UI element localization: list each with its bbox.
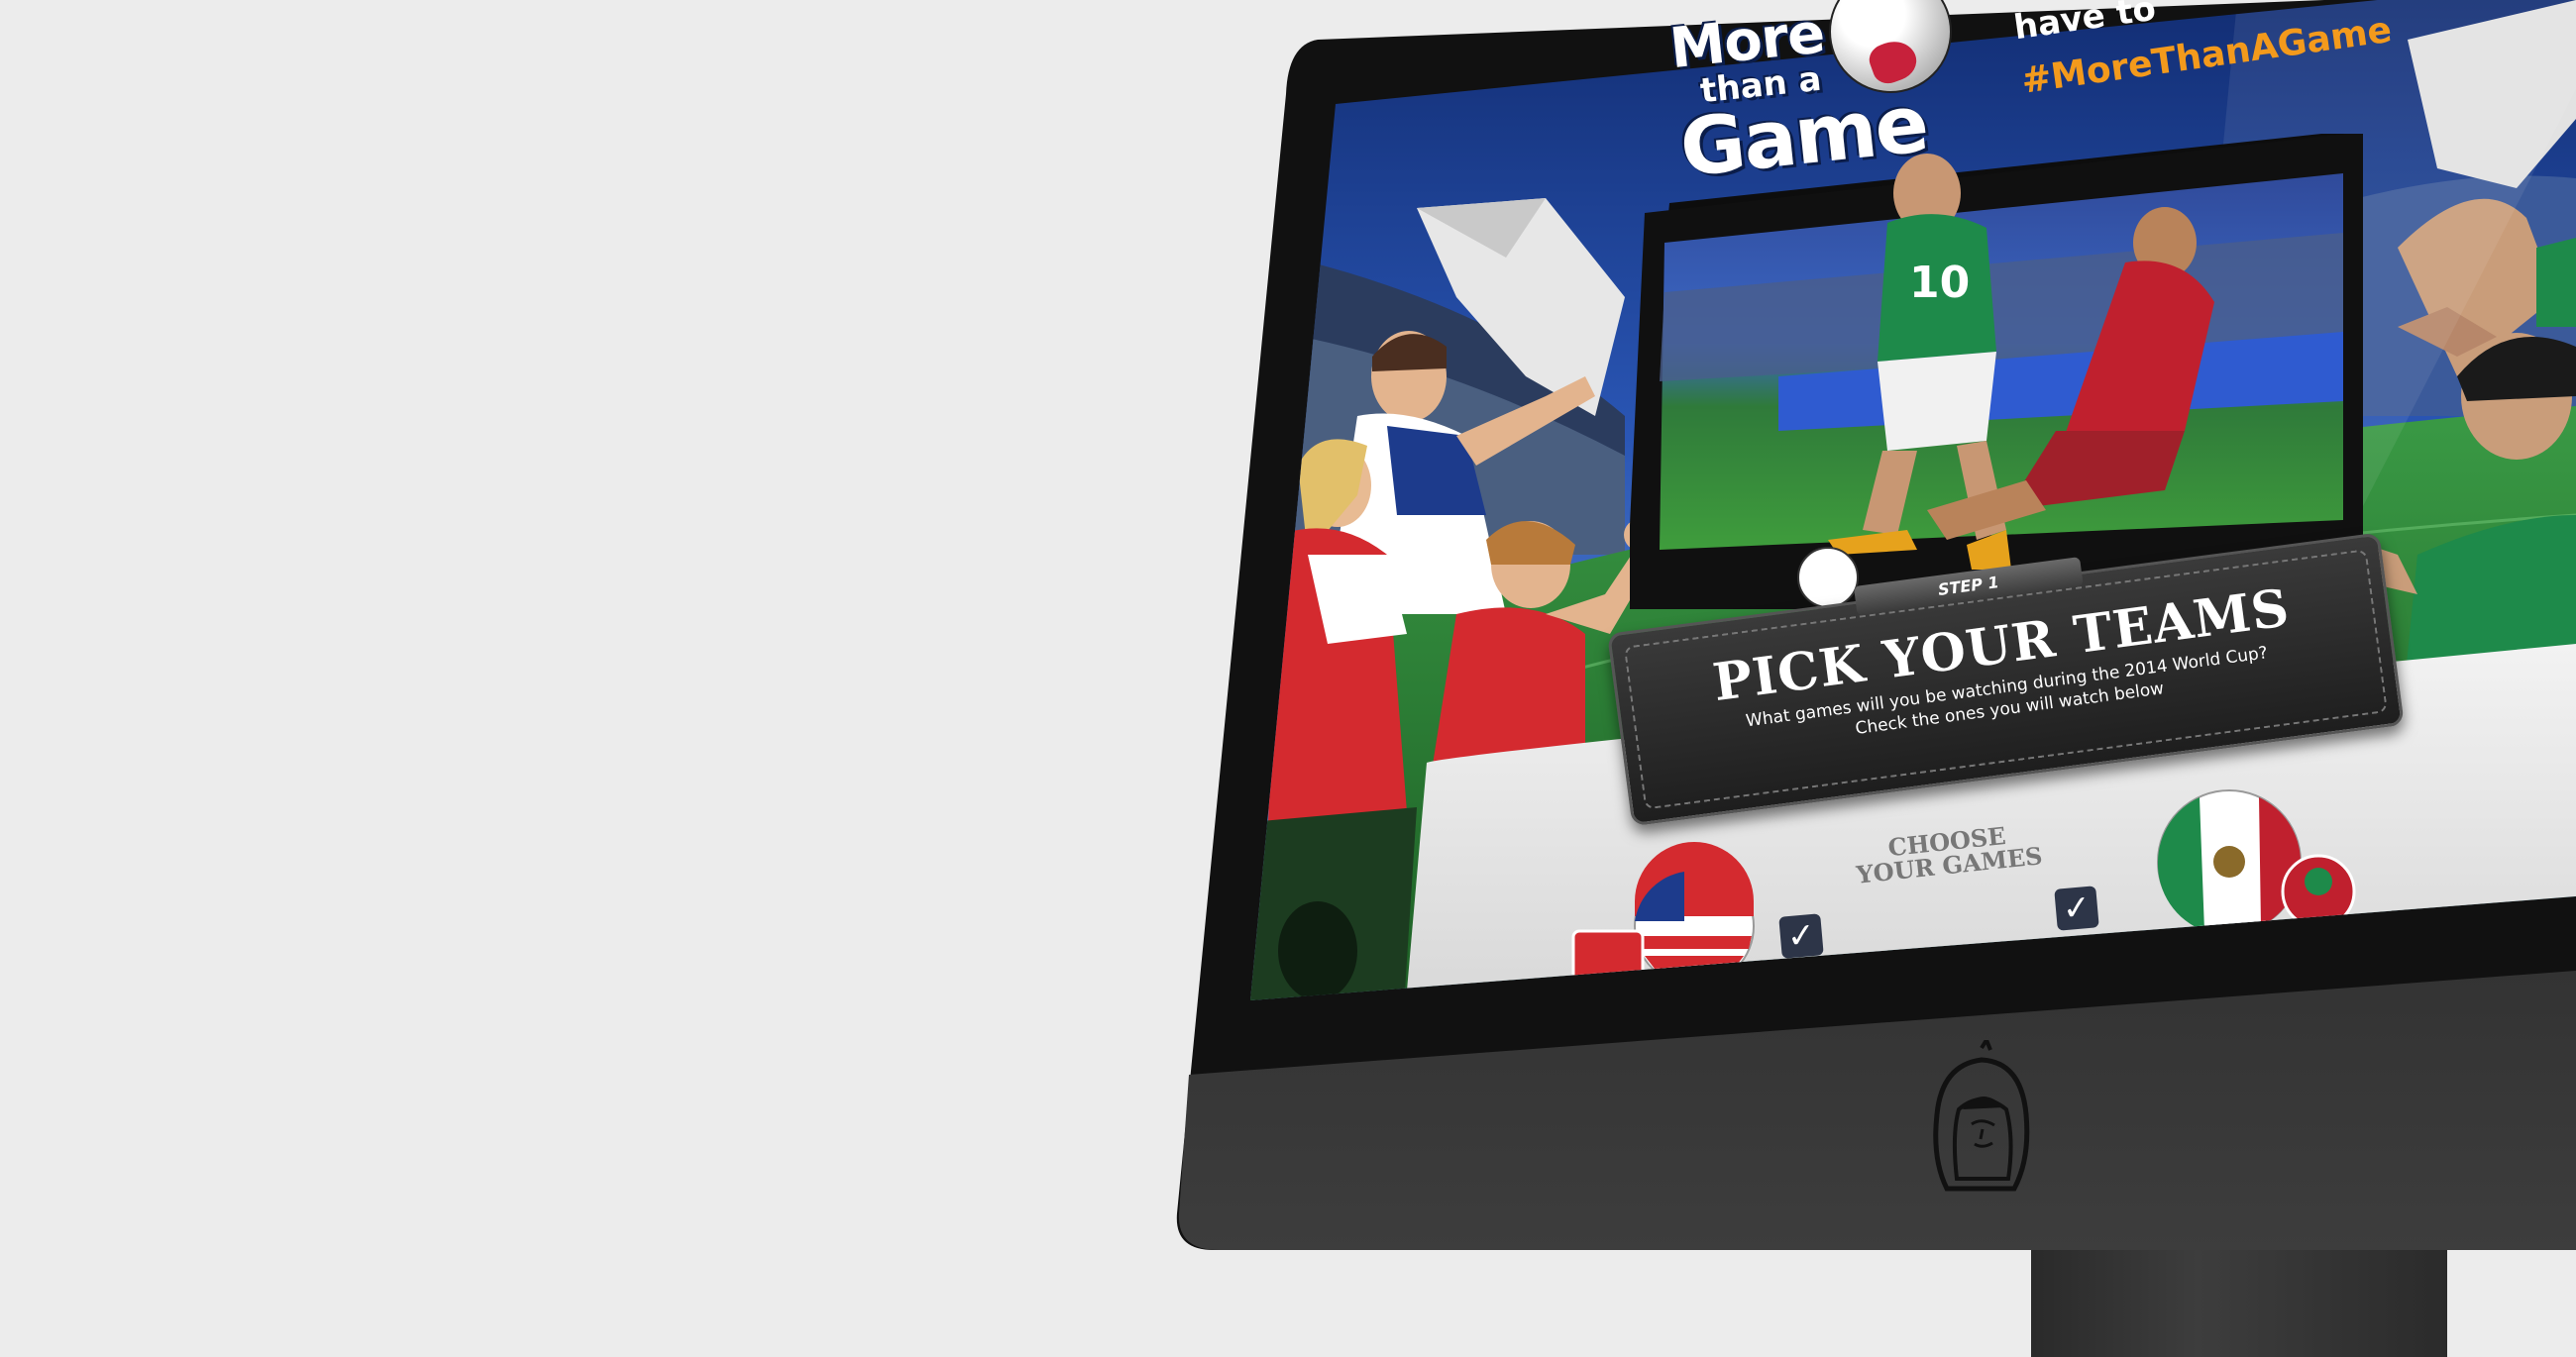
check-icon: ✓ bbox=[2061, 887, 2093, 930]
tv-graphic: 10 bbox=[1625, 129, 2368, 629]
more-than-a-game-logo[interactable]: More than a Game bbox=[1666, 0, 1949, 194]
mexico-checkbox[interactable]: ✓ bbox=[2054, 886, 2099, 931]
usa-checkbox[interactable]: ✓ bbox=[1778, 913, 1824, 959]
step-subtitle-1: What games will you be watching during t… bbox=[1744, 643, 2269, 732]
player-number: 10 bbox=[1909, 258, 1970, 308]
check-icon: ✓ bbox=[1785, 914, 1817, 958]
astronaut-helmet-logo-icon bbox=[1927, 1035, 2036, 1202]
tv-screen: 10 bbox=[1625, 129, 2368, 629]
